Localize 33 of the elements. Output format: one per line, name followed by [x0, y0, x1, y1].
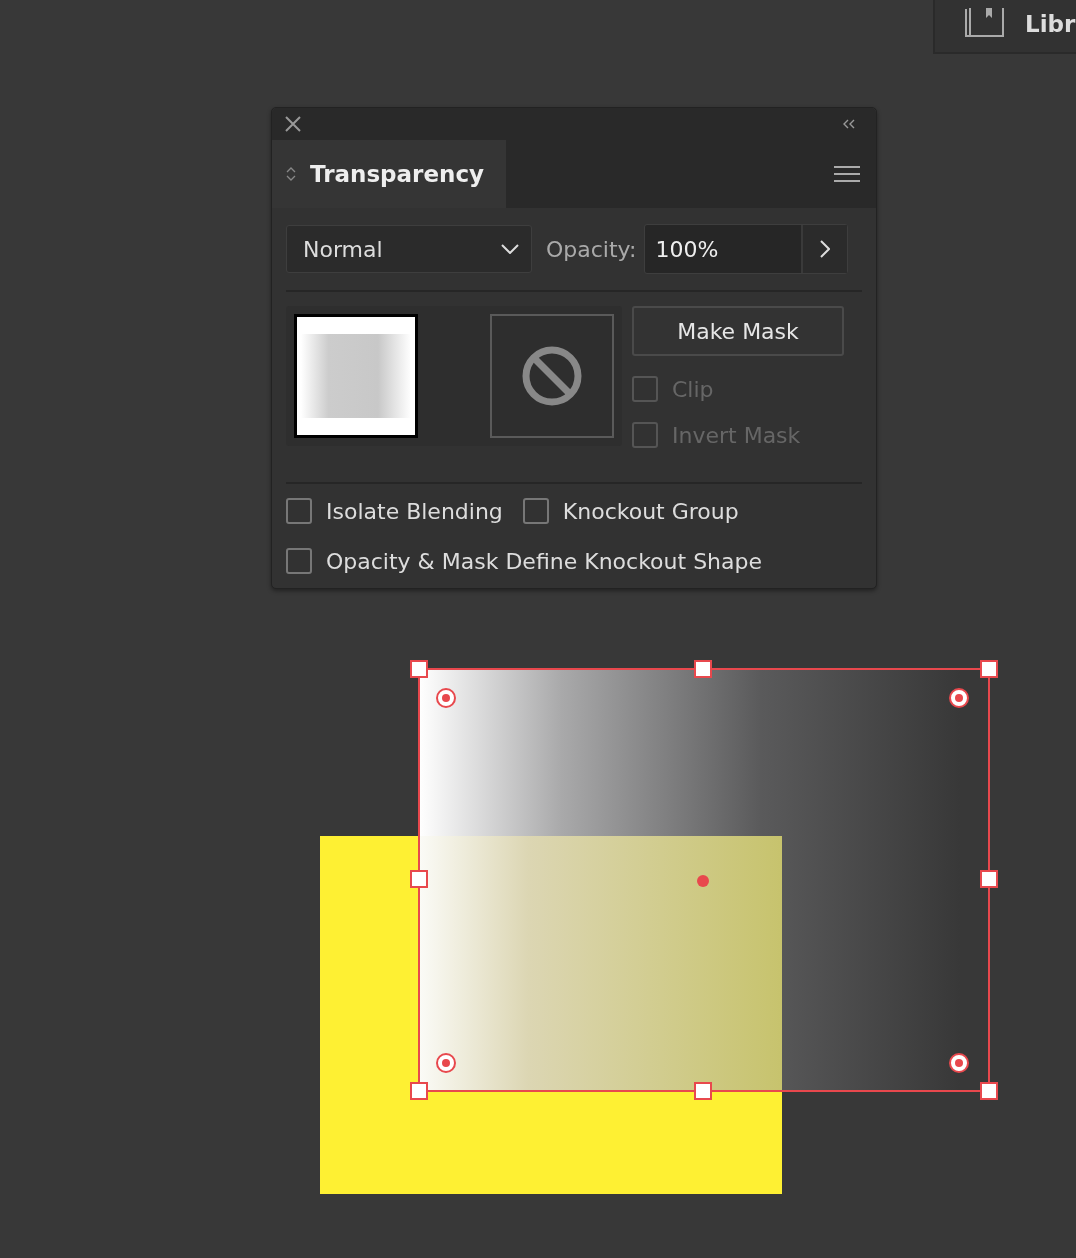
- blend-mode-dropdown[interactable]: Normal: [286, 225, 532, 273]
- checkbox-label: Opacity & Mask Define Knockout Shape: [326, 548, 762, 574]
- opacity-slider-button[interactable]: [803, 225, 848, 273]
- resize-handle[interactable]: [980, 1082, 998, 1100]
- chevron-right-icon: [820, 240, 831, 258]
- menu-icon[interactable]: [834, 165, 860, 183]
- center-point: [697, 875, 709, 887]
- resize-handle[interactable]: [694, 660, 712, 678]
- collapse-icon[interactable]: [842, 119, 856, 129]
- chevron-down-icon: [501, 244, 519, 254]
- book-icon: [965, 8, 1005, 40]
- mask-thumbnail[interactable]: [490, 314, 614, 438]
- resize-handle[interactable]: [694, 1082, 712, 1100]
- checkbox-label: Isolate Blending: [326, 498, 503, 524]
- close-icon[interactable]: [284, 115, 302, 133]
- make-mask-button[interactable]: Make Mask: [632, 306, 844, 356]
- checkbox[interactable]: [522, 498, 549, 524]
- transparency-tab[interactable]: Transparency: [272, 140, 506, 208]
- libraries-tab[interactable]: Libr: [933, 0, 1076, 54]
- checkbox[interactable]: [286, 498, 312, 524]
- resize-handle[interactable]: [410, 870, 428, 888]
- checkbox[interactable]: [286, 548, 312, 574]
- resize-handle[interactable]: [410, 660, 428, 678]
- resize-handle[interactable]: [980, 870, 998, 888]
- sort-icon: [286, 166, 296, 182]
- checkbox-label: Knockout Group: [562, 498, 739, 524]
- panel-title: Transparency: [310, 161, 485, 187]
- selected-gradient-rectangle[interactable]: [418, 668, 990, 1092]
- resize-handle[interactable]: [980, 660, 998, 678]
- no-mask-icon: [521, 345, 583, 407]
- artwork-thumbnail[interactable]: [294, 314, 418, 438]
- opacity-label: Opacity:: [546, 236, 637, 262]
- resize-handle[interactable]: [410, 1082, 428, 1100]
